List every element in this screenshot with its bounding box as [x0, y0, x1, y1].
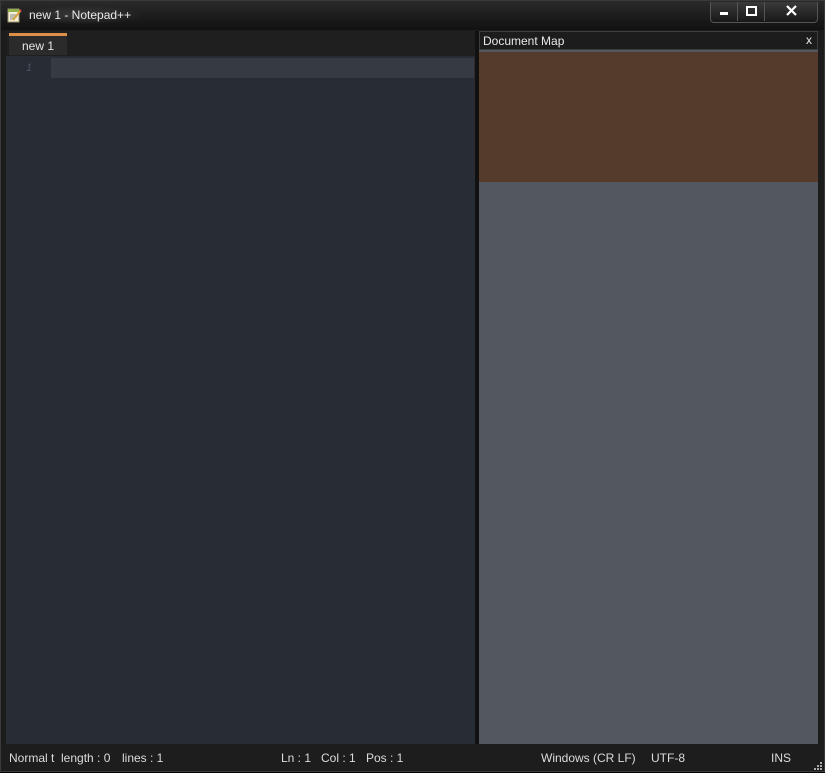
status-file-type: Normal t — [9, 751, 55, 765]
document-map-title: Document Map — [483, 34, 565, 48]
document-map-panel: Document Map x — [479, 31, 818, 744]
status-mode[interactable]: INS — [771, 751, 791, 765]
close-button[interactable] — [765, 2, 817, 21]
status-ln: Ln : 1 — [281, 751, 312, 765]
status-pos: Pos : 1 — [366, 751, 404, 765]
status-eol[interactable]: Windows (CR LF) — [541, 751, 636, 765]
editor-pane: new 1 1 — [6, 31, 475, 744]
title-bar[interactable]: new 1 - Notepad++ — [1, 1, 824, 30]
minimize-icon — [719, 3, 729, 21]
maximize-icon — [745, 3, 757, 21]
document-map-close-button[interactable]: x — [806, 33, 812, 47]
tab-new-1[interactable]: new 1 — [9, 33, 67, 55]
window-controls — [710, 2, 818, 23]
resize-grip-icon[interactable] — [812, 759, 822, 770]
tab-bar: new 1 — [6, 31, 475, 56]
document-map-viewport[interactable] — [479, 52, 818, 182]
status-col: Col : 1 — [321, 751, 356, 765]
status-lines: lines : 1 — [122, 751, 164, 765]
notepad-window: new 1 - Notepad++ new 1 1 Document Map x… — [0, 0, 825, 772]
minimize-button[interactable] — [711, 2, 738, 21]
tab-label: new 1 — [21, 38, 55, 53]
window-title: new 1 - Notepad++ — [19, 6, 142, 24]
status-encoding[interactable]: UTF-8 — [651, 751, 685, 765]
status-bar: Normal t length : 0 lines : 1 Ln : 1 Col… — [1, 744, 824, 771]
text-area[interactable] — [51, 58, 474, 744]
maximize-button[interactable] — [738, 2, 765, 21]
document-map-header: Document Map x — [479, 31, 818, 50]
status-length: length : 0 — [61, 751, 111, 765]
close-icon — [785, 3, 797, 21]
line-number: 1 — [26, 62, 33, 74]
